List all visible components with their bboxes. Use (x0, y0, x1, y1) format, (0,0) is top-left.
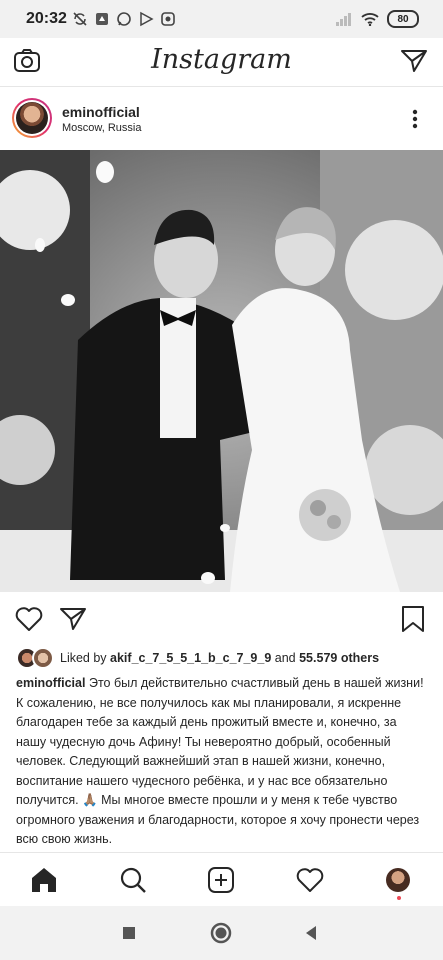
profile-avatar[interactable] (386, 868, 410, 892)
system-icons: 80 (335, 10, 419, 28)
post-username[interactable]: eminofficial (62, 104, 140, 120)
post-photo[interactable] (0, 150, 443, 592)
notification-dot (397, 896, 401, 900)
back-icon[interactable] (300, 922, 322, 944)
likes-user[interactable]: akif_c_7_5_5_1_b_c_7_9_9 (110, 651, 271, 665)
caption-author[interactable]: eminofficial (16, 676, 85, 690)
post-location[interactable]: Moscow, Russia (62, 122, 141, 134)
likes-prefix: Liked by (60, 651, 111, 665)
avatar-image (16, 102, 48, 134)
bottom-nav (0, 852, 443, 907)
status-time: 20:32 (26, 10, 67, 27)
app-notification-icon (96, 13, 108, 25)
sync-off-icon (73, 12, 87, 26)
caption-text: Это был действительно счастливый день в … (16, 676, 424, 846)
android-nav-bar (0, 906, 443, 960)
status-bar: 20:32 80 (0, 0, 443, 38)
instagram-logo: Instagram (151, 44, 292, 75)
likes-text: Liked by akif_c_7_5_5_1_b_c_7_9_9 and 55… (60, 651, 379, 665)
post-caption: eminofficial Это был действительно счаст… (16, 674, 428, 850)
signal-icon (336, 13, 351, 26)
share-icon[interactable] (58, 604, 88, 634)
new-post-icon[interactable] (206, 865, 236, 895)
likes-count[interactable]: 55.579 others (299, 651, 379, 665)
battery-icon: 80 (387, 10, 419, 28)
direct-message-icon[interactable] (399, 46, 429, 76)
instagram-header: Instagram (0, 38, 443, 87)
home-icon[interactable] (29, 865, 59, 895)
app-notification-icon-2 (161, 12, 175, 26)
notification-icons (72, 11, 176, 27)
liker-avatar (32, 647, 54, 669)
wifi-icon (361, 13, 379, 26)
likes-middle: and (271, 651, 300, 665)
bookmark-icon[interactable] (398, 604, 428, 634)
likes-summary[interactable]: Liked by akif_c_7_5_5_1_b_c_7_9_9 and 55… (16, 647, 379, 669)
activity-heart-icon[interactable] (295, 865, 325, 895)
avatar[interactable] (12, 98, 52, 138)
post-actions (0, 598, 443, 638)
whatsapp-icon (117, 12, 131, 26)
home-circle-icon[interactable] (210, 922, 232, 944)
more-vertical-icon[interactable] (405, 108, 425, 130)
heart-icon[interactable] (14, 604, 44, 634)
play-store-icon (140, 11, 154, 27)
recents-icon[interactable] (118, 922, 140, 944)
post-header: eminofficial Moscow, Russia (0, 94, 443, 148)
search-icon[interactable] (118, 865, 148, 895)
battery-level: 80 (397, 13, 409, 25)
